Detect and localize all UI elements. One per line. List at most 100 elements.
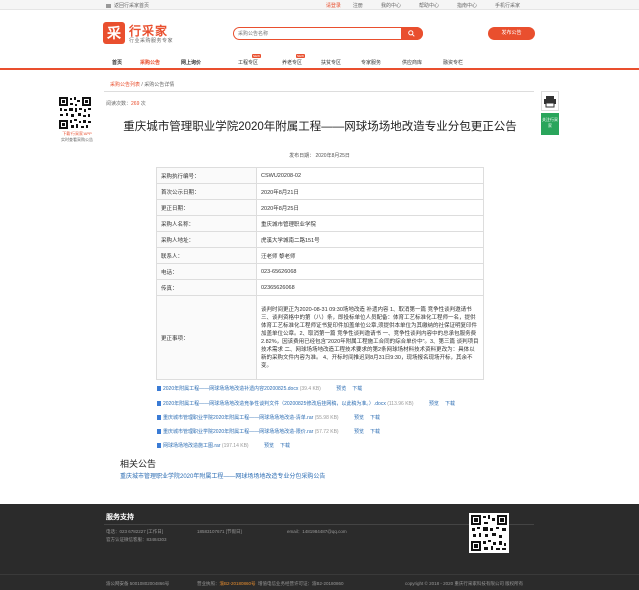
nav-online-inquiry[interactable]: 网上询价	[181, 59, 201, 66]
attachment-download-link[interactable]: 下载	[370, 415, 380, 421]
info-value: 2020年8月25日	[256, 199, 484, 216]
nav-home[interactable]: 首页	[112, 59, 122, 66]
site-footer: 服务支持 电话：023 6782227 [工作日] 18583107671 [节…	[0, 504, 639, 590]
nav-elderly-care-label: 养老专区	[282, 60, 303, 66]
attachment-item: 重庆城市管理职业学院2020年附属工程——网球场场地改造-清单.rar (55.…	[157, 414, 380, 421]
attachment-download-link[interactable]: 下载	[352, 386, 362, 392]
attachment-preview-link[interactable]: 预览	[354, 429, 364, 435]
info-row-execution-number: 采购执行编号： CSWU20208-02	[156, 167, 484, 184]
attachment-download-link[interactable]: 下载	[445, 401, 455, 407]
attachment-item: 2020年附属工程——网球场场地改造补遗内容20200825.docx (39.…	[157, 385, 362, 392]
footer-qr-code	[469, 513, 509, 553]
file-icon	[157, 386, 161, 391]
info-row-purchaser-address: 采购人地址： 虎溪大学城南二路151号	[156, 231, 484, 248]
guide-center-link[interactable]: 指南中心	[448, 2, 486, 9]
home-link[interactable]: 返回行采家首页	[106, 2, 149, 9]
register-link[interactable]: 注册	[344, 2, 372, 9]
info-value: 虎溪大学城南二路151号	[256, 231, 484, 248]
info-value: 02365626068	[256, 279, 484, 296]
footer-phone-holiday: 18583107671 [节假日]	[197, 529, 242, 534]
new-badge: NEW	[296, 54, 305, 58]
site-logo[interactable]: 采 行采家 行业采购服务专家	[103, 22, 191, 48]
info-value: 重庆城市管理职业学院	[256, 215, 484, 232]
attachment-preview-link[interactable]: 预览	[336, 386, 346, 392]
footer-phone: 电话：023 6782227 [工作日]	[106, 529, 164, 534]
info-key: 更正日期：	[156, 199, 257, 216]
footer-title: 服务支持	[106, 514, 134, 521]
breadcrumb-current: 采购公告详情	[144, 82, 175, 88]
info-row-correction-date: 更正日期： 2020年8月25日	[156, 199, 484, 216]
view-count-label: 阅读次数：	[106, 101, 132, 107]
new-badge: NEW	[252, 54, 261, 58]
view-count-unit: 次	[139, 101, 146, 107]
attachment-name[interactable]: 网球场场地改造施工图.rar	[163, 443, 221, 449]
right-toolbar: 关注行采家	[541, 91, 559, 135]
file-icon	[157, 443, 161, 448]
view-count: 阅读次数：269 次	[106, 100, 146, 107]
footer-license-label: 营业执照：	[197, 581, 220, 586]
nav-poverty-relief[interactable]: 扶贫专区	[321, 59, 341, 66]
nav-procurement-notices[interactable]: 采购公告	[140, 59, 160, 66]
nav-finance[interactable]: 融资专栏	[443, 59, 463, 66]
login-link[interactable]: 请登录	[317, 2, 344, 9]
publish-notice-button[interactable]: 发布公告	[488, 27, 535, 40]
attachment-download-link[interactable]: 下载	[280, 443, 290, 449]
attachment-name[interactable]: 2020年附属工程——网球场场地改造补遗内容20200825.docx	[163, 386, 298, 392]
mobile-link[interactable]: 手机行采家	[486, 2, 529, 9]
attachment-preview-link[interactable]: 预览	[354, 415, 364, 421]
breadcrumb: 采购公告列表 / 采购公告详情	[110, 81, 174, 88]
publish-date: 发布日期： 2020年8月25日	[289, 153, 350, 159]
file-icon	[157, 401, 161, 406]
attachment-name[interactable]: 重庆城市管理职业学院2020年附属工程——网球场场地改造-清单.rar	[163, 415, 313, 421]
app-qr-code	[57, 95, 93, 131]
attachment-download-link[interactable]: 下载	[370, 429, 380, 435]
info-row-first-publish-date: 首次公示日期： 2020年8月21日	[156, 183, 484, 200]
nav-supplier-library[interactable]: 供应商库	[402, 59, 422, 66]
top-bar: 返回行采家首页 请登录 注册 我的中心 帮助中心 指南中心 手机行采家	[0, 0, 639, 10]
attachment-size: (57.72 KB)	[314, 429, 339, 435]
main-nav: 首页 采购公告 网上询价 工程专区 NEW 养老专区 NEW 扶贫专区 专家服务 供…	[0, 54, 639, 70]
related-notices-heading: 相关公告	[120, 459, 157, 469]
info-key: 采购执行编号：	[156, 167, 257, 184]
help-center-link[interactable]: 帮助中心	[410, 2, 448, 9]
footer-copyright: copyright © 2018 - 2020 重庆行采家科技有限公司 版权所有	[405, 581, 524, 586]
nav-elderly-care[interactable]: 养老专区 NEW	[282, 54, 305, 66]
search-button[interactable]	[401, 27, 423, 40]
info-key: 传真：	[156, 279, 257, 296]
attachment-size: (39.4 KB)	[299, 386, 321, 392]
attachment-size: (55.98 KB)	[314, 415, 339, 421]
print-button[interactable]	[541, 91, 559, 111]
follow-button[interactable]: 关注行采家	[541, 113, 559, 135]
attachment-name[interactable]: 2020年附属工程——网球场场地改造竞争性谈判文件（20200825修改后挂网稿…	[163, 401, 386, 407]
info-value: 汪老师 黎老师	[256, 247, 484, 264]
info-key: 首次公示日期：	[156, 183, 257, 200]
notice-title: 重庆城市管理职业学院2020年附属工程——网球场场地改造专业分包更正公告	[123, 121, 517, 133]
attachment-name[interactable]: 重庆城市管理职业学院2020年附属工程——网球场场地改造-限价.rar	[163, 429, 313, 435]
footer-email: email：1481984487@qq.com	[287, 529, 347, 534]
related-notice-link[interactable]: 重庆城市管理职业学院2020年附属工程——网球场场地改造专业分包采购公告	[120, 471, 325, 480]
attachment-preview-link[interactable]: 预览	[429, 401, 439, 407]
footer-police-record: 渝公网安备 50010802004866号	[106, 581, 170, 586]
breadcrumb-divider	[104, 91, 534, 92]
search-input[interactable]	[238, 30, 398, 38]
app-qr-caption: 下载'行采家'APP 实时查看采购公告	[57, 131, 97, 143]
info-row-purchaser-name: 采购人名称： 重庆城市管理职业学院	[156, 215, 484, 232]
attachment-item: 网球场场地改造施工图.rar (197.14 KB) 预览 下载	[157, 442, 290, 449]
nav-expert-service[interactable]: 专家服务	[361, 59, 381, 66]
nav-engineering[interactable]: 工程专区 NEW	[238, 54, 261, 66]
search-icon	[408, 30, 415, 37]
attachment-preview-link[interactable]: 预览	[264, 443, 274, 449]
footer-license-number[interactable]: 渝B2-20180860号	[220, 581, 256, 586]
breadcrumb-list-link[interactable]: 采购公告列表	[110, 82, 140, 88]
logo-slogan: 行业采购服务专家	[129, 38, 174, 44]
info-value: 2020年8月21日	[256, 183, 484, 200]
info-value: CSWU20208-02	[256, 167, 484, 184]
info-row-phone: 电话： 023-65626068	[156, 263, 484, 280]
attachment-item: 重庆城市管理职业学院2020年附属工程——网球场场地改造-限价.rar (57.…	[157, 428, 380, 435]
footer-telecom-cert: 增值电信业务经营许可证：渝B2-20180860	[258, 581, 344, 586]
footer-bottom-divider	[0, 574, 639, 575]
my-center-link[interactable]: 我的中心	[372, 2, 410, 9]
info-row-fax: 传真： 02365626068	[156, 279, 484, 296]
info-row-contact: 联系人： 汪老师 黎老师	[156, 247, 484, 264]
attachment-item: 2020年附属工程——网球场场地改造竞争性谈判文件（20200825修改后挂网稿…	[157, 400, 455, 407]
